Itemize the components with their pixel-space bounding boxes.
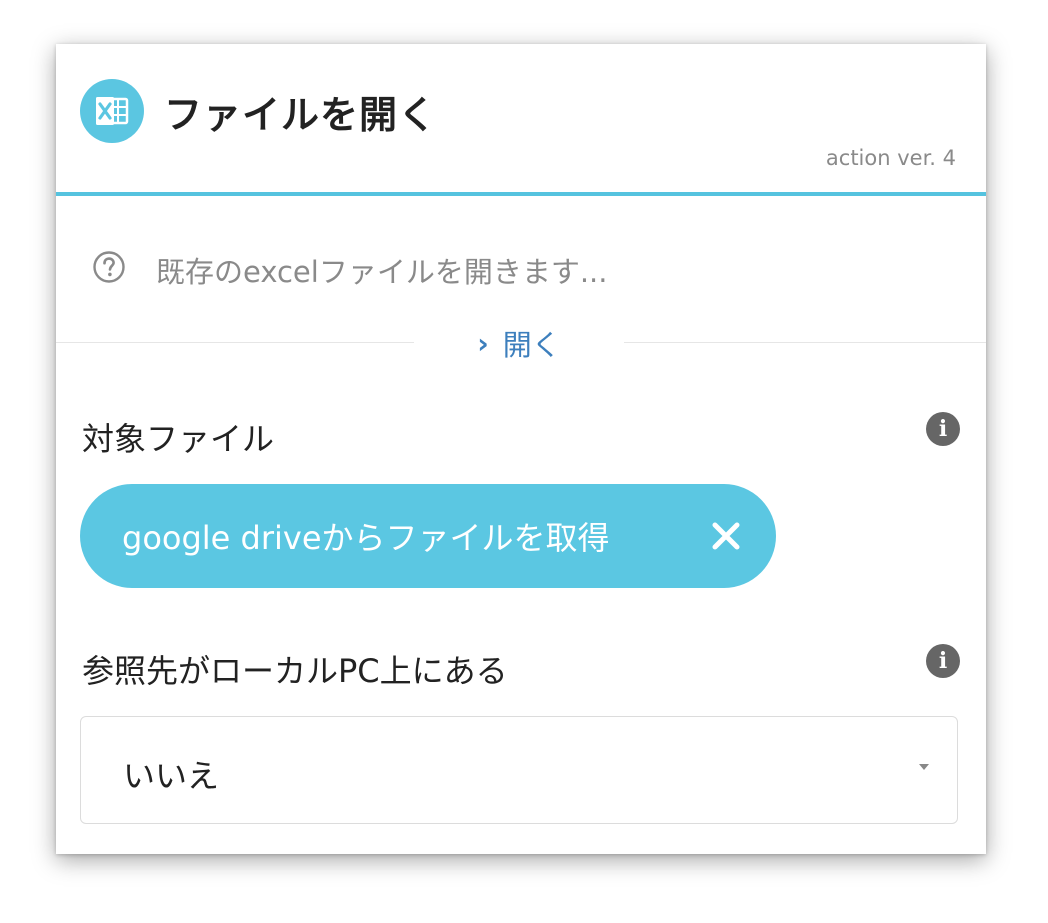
local-pc-select-value: いいえ [123, 757, 220, 795]
local-pc-select[interactable]: いいえ [80, 716, 958, 824]
info-icon[interactable]: i [926, 412, 960, 446]
page-title: ファイルを開く [164, 93, 438, 137]
help-circle-icon [93, 251, 125, 283]
target-file-label: 対象ファイル [82, 420, 275, 458]
expand-open-label: 開く [502, 328, 561, 362]
expand-open-toggle[interactable]: › 開く [414, 320, 624, 366]
chevron-right-icon: › [477, 326, 489, 360]
excel-icon [80, 79, 144, 143]
panel-header: ファイルを開く action ver. 4 [56, 44, 986, 196]
version-label: action ver. 4 [825, 146, 956, 170]
action-panel: ファイルを開く action ver. 4 既存のexcelファイルを開きます.… [56, 44, 986, 854]
target-file-chip-label: google driveからファイルを取得 [122, 519, 610, 557]
info-icon[interactable]: i [926, 644, 960, 678]
target-file-chip[interactable]: google driveからファイルを取得 [80, 484, 776, 588]
caret-down-icon [919, 764, 929, 770]
description-text: 既存のexcelファイルを開きます... [156, 255, 608, 289]
local-pc-label: 参照先がローカルPC上にある [82, 652, 508, 690]
close-icon[interactable] [706, 516, 746, 556]
